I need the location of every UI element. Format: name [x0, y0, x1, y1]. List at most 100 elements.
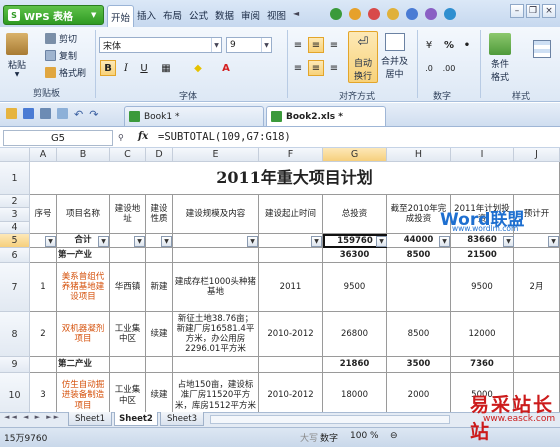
filter-dropdown-icon[interactable]: ▼	[548, 236, 559, 247]
filter-dropdown-icon[interactable]: ▼	[311, 236, 322, 247]
table-cell[interactable]: 续建	[146, 373, 173, 412]
column-header[interactable]: I	[451, 148, 514, 162]
doc-tab-book2[interactable]: Book2.xls *	[266, 106, 386, 126]
increase-decimal-icon[interactable]: .0	[421, 60, 437, 76]
wrap-text-button[interactable]: ⏎ 自动 换行	[348, 31, 378, 83]
font-size-select[interactable]: 9 ▼	[226, 37, 272, 53]
header-cell[interactable]: 建设起止时间	[259, 195, 323, 234]
font-name-select[interactable]: 宋体 ▼	[99, 37, 222, 53]
zoom-out-icon[interactable]: ⊖	[390, 431, 398, 441]
table-cell[interactable]	[110, 357, 146, 373]
menu-insert[interactable]: 插入	[137, 8, 156, 22]
table-cell[interactable]: 9500	[323, 263, 387, 312]
row-header[interactable]: 7	[0, 263, 30, 312]
align-right-icon[interactable]: ≡	[326, 60, 342, 76]
table-cell[interactable]: 美系曾组代养猪基地建设项目	[57, 263, 110, 312]
table-cell[interactable]: 2	[30, 312, 57, 357]
fx-button[interactable]: fx	[138, 131, 148, 142]
cut-button[interactable]: 剪切	[45, 32, 77, 45]
table-cell[interactable]: 26800	[323, 312, 387, 357]
table-cell[interactable]: 2月	[514, 263, 560, 312]
fill-color-icon[interactable]: ◆	[190, 60, 206, 76]
table-cell[interactable]: 3500	[387, 357, 451, 373]
table-cell[interactable]: 2000	[387, 373, 451, 412]
table-cell[interactable]	[514, 248, 560, 263]
column-header[interactable]: A	[30, 148, 57, 162]
table-cell[interactable]: 2011	[259, 263, 323, 312]
header-cell[interactable]: 序号	[30, 195, 57, 234]
column-header[interactable]: C	[110, 148, 146, 162]
save-icon[interactable]	[23, 108, 34, 119]
header-cell[interactable]: 总投资	[323, 195, 387, 234]
align-left-icon[interactable]: ≡	[290, 60, 306, 76]
filter-dropdown-icon[interactable]: ▼	[98, 236, 109, 247]
table-cell[interactable]: 18000	[323, 373, 387, 412]
table-cell[interactable]: 仿生自动掘进装备制造项目	[57, 373, 110, 412]
table-cell[interactable]	[514, 357, 560, 373]
table-cell[interactable]	[30, 357, 57, 373]
merge-center-button[interactable]: 合并及 居中	[381, 33, 408, 80]
name-box[interactable]: G5	[3, 130, 113, 146]
table-cell[interactable]: 第二产业	[57, 357, 110, 373]
close-icon[interactable]: ×	[542, 4, 556, 18]
paste-button[interactable]: 粘贴 ▼	[6, 33, 28, 78]
header-cell[interactable]: 项目名称	[57, 195, 110, 234]
column-header[interactable]: H	[387, 148, 451, 162]
align-center-icon[interactable]: ≡	[308, 60, 324, 76]
row-header[interactable]: 2	[0, 195, 30, 208]
table-cell[interactable]: 续建	[146, 312, 173, 357]
formula-input[interactable]: =SUBTOTAL(109,G7:G18)	[158, 131, 291, 143]
table-cell[interactable]: 工业集中区	[110, 312, 146, 357]
table-cell[interactable]: 第一产业	[57, 248, 110, 263]
select-all-corner[interactable]	[0, 148, 30, 162]
menu-formula[interactable]: 公式	[189, 8, 208, 22]
preview-icon[interactable]	[57, 108, 68, 119]
bold-button[interactable]: B	[100, 60, 116, 76]
filter-dropdown-icon[interactable]: ▼	[247, 236, 258, 247]
table-cell[interactable]: 21500	[451, 248, 514, 263]
print-icon[interactable]	[40, 108, 51, 119]
skin-icon[interactable]	[349, 8, 361, 20]
table-cell[interactable]	[146, 248, 173, 263]
table-cell[interactable]: 21860	[323, 357, 387, 373]
minimize-icon[interactable]: –	[510, 4, 524, 18]
format-painter-button[interactable]: 格式刷	[45, 66, 86, 79]
user-icon[interactable]	[406, 8, 418, 20]
filter-dropdown-icon[interactable]: ▼	[439, 236, 450, 247]
column-header[interactable]: E	[173, 148, 259, 162]
row-header[interactable]: 4	[0, 222, 30, 234]
table-cell[interactable]: 12000	[451, 312, 514, 357]
italic-button[interactable]: I	[118, 60, 134, 76]
table-cell[interactable]: 建成存栏1000头种猪基地	[173, 263, 259, 312]
globe-icon[interactable]	[330, 8, 342, 20]
filter-dropdown-icon[interactable]: ▼	[161, 236, 172, 247]
row-header[interactable]: 9	[0, 357, 30, 373]
column-header[interactable]: J	[514, 148, 560, 162]
sheet-tab-1[interactable]: Sheet1	[68, 412, 112, 426]
menu-start[interactable]: 开始	[107, 5, 134, 27]
table-cell[interactable]: 9500	[451, 263, 514, 312]
filter-dropdown-icon[interactable]: ▼	[376, 236, 387, 247]
table-cell[interactable]	[514, 312, 560, 357]
sheet-tab-2[interactable]: Sheet2	[114, 412, 158, 426]
restore-icon[interactable]: ❐	[526, 4, 540, 18]
table-cell[interactable]: 2010-2012	[259, 312, 323, 357]
zoom-icon[interactable]: ⚲	[118, 133, 124, 142]
table-cell[interactable]	[259, 357, 323, 373]
table-cell[interactable]: 2010-2012	[259, 373, 323, 412]
align-middle-icon[interactable]: ≡	[308, 37, 324, 53]
align-bottom-icon[interactable]: ≡	[326, 37, 342, 53]
table-cell[interactable]: 新建	[146, 263, 173, 312]
column-header[interactable]: G	[323, 148, 387, 162]
table-cell[interactable]	[110, 248, 146, 263]
decrease-decimal-icon[interactable]: .00	[441, 60, 457, 76]
row-header[interactable]: 8	[0, 312, 30, 357]
table-cell[interactable]: 占地150亩，建设标准厂房11520平方米，库房1512平方米	[173, 373, 259, 412]
menu-data[interactable]: 数据	[215, 8, 234, 22]
row-header[interactable]: 5	[0, 234, 30, 248]
table-cell[interactable]	[30, 248, 57, 263]
zoom-level[interactable]: 100 %	[350, 431, 379, 441]
table-cell[interactable]	[173, 248, 259, 263]
header-cell[interactable]: 建设地址	[110, 195, 146, 234]
table-cell[interactable]: 8500	[387, 248, 451, 263]
